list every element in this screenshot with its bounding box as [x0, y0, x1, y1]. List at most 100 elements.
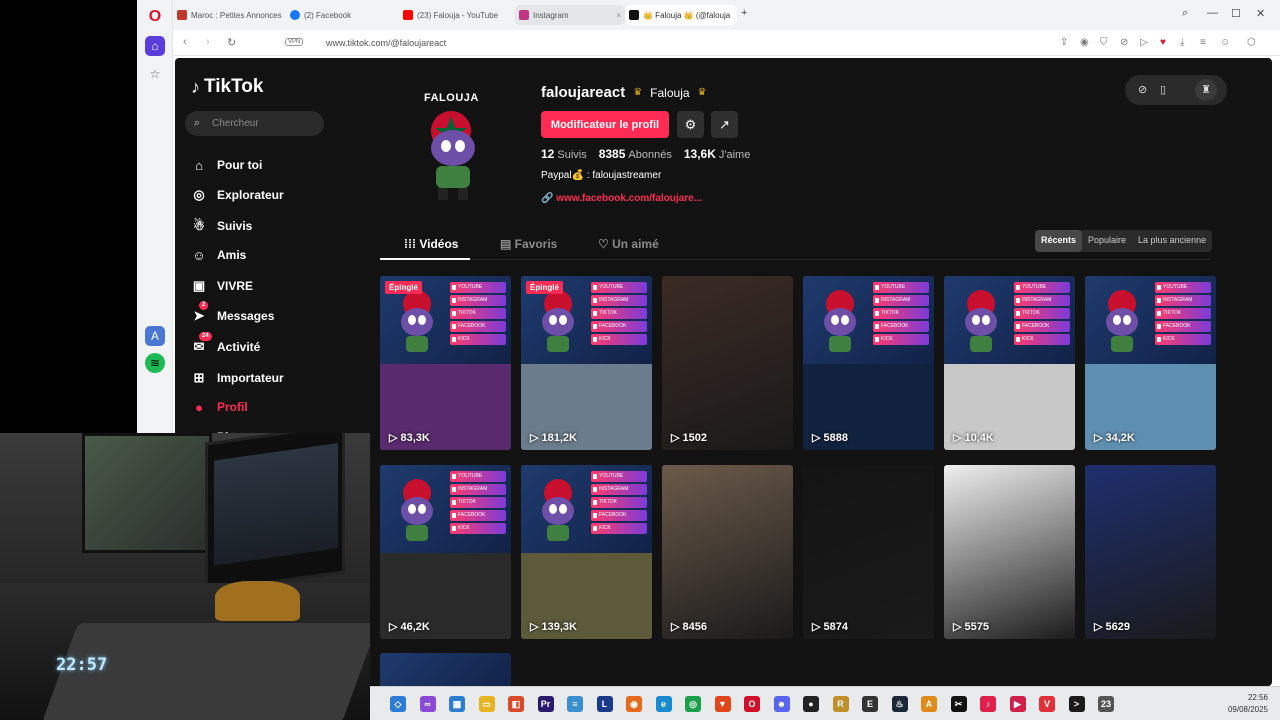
app-icon[interactable]: R: [832, 696, 849, 712]
profile-link[interactable]: 🔗 www.facebook.com/faloujare...: [541, 193, 702, 204]
video-thumbnail[interactable]: ▷ 8456: [662, 465, 793, 639]
epic-icon[interactable]: E: [862, 696, 878, 712]
edge-icon[interactable]: e: [655, 696, 672, 712]
sidebar-item[interactable]: ◎ Explorateur: [191, 186, 283, 204]
new-tab-icon[interactable]: +: [741, 7, 747, 19]
video-thumbnail[interactable]: YOUTUBE INSTAGRAM TIKTOK FACEBOOK KICK Épingl…: [521, 276, 652, 450]
folder-icon[interactable]: ▭: [478, 696, 495, 712]
followers-stat[interactable]: 8385 Abonnés: [599, 147, 672, 161]
camera-icon[interactable]: ◉: [1080, 37, 1089, 48]
terminal-icon[interactable]: >: [1068, 696, 1085, 712]
calc-icon[interactable]: ▦: [449, 696, 465, 712]
following-stat[interactable]: 12 Suivis: [541, 147, 587, 161]
steam-icon[interactable]: ♨: [891, 696, 908, 712]
ableton-icon[interactable]: A: [921, 696, 937, 712]
tab-instagram[interactable]: Instagram ×: [515, 5, 625, 25]
premiere-icon[interactable]: Pr: [537, 696, 554, 712]
back-icon[interactable]: ‹: [183, 36, 187, 48]
video-thumbnail[interactable]: YOUTUBE INSTAGRAM TIKTOK FACEBOOK KICK Épingl…: [380, 276, 511, 450]
view-count-value: 5888: [823, 432, 848, 444]
sidebar-item[interactable]: ● Profil: [191, 398, 248, 416]
tiktok-app-icon[interactable]: ♪: [980, 696, 996, 712]
close-tab-icon[interactable]: ×: [616, 11, 621, 20]
forward-icon[interactable]: ›: [206, 36, 210, 48]
home-icon[interactable]: ⌂: [145, 36, 165, 56]
video-thumbnail-partial[interactable]: [380, 653, 511, 686]
tab-favorites[interactable]: ▤ Favoris: [500, 237, 557, 251]
vivaldi-icon[interactable]: V: [1039, 696, 1055, 712]
video-thumbnail[interactable]: YOUTUBE INSTAGRAM TIKTOK FACEBOOK KICK ▷ 10,4…: [944, 276, 1075, 450]
obs-icon[interactable]: ●: [803, 696, 819, 712]
tab-liked[interactable]: ♡ Un aimé: [598, 237, 659, 251]
video-thumbnail[interactable]: ▷ 5575: [944, 465, 1075, 639]
video-thumbnail[interactable]: ▷ 1502: [662, 276, 793, 450]
video-thumbnail[interactable]: ▷ 5874: [803, 465, 934, 639]
tab-tiktok[interactable]: 👑 Falouja 👑 (@falouja: [625, 5, 737, 25]
url-field[interactable]: www.tiktok.com/@faloujareact: [326, 38, 446, 48]
sidebar-item[interactable]: ➤ 2 Messages: [191, 301, 274, 325]
settings-icon[interactable]: ≡: [1200, 37, 1206, 48]
discord-icon[interactable]: ☻: [773, 696, 790, 712]
sidebar-item[interactable]: ☺ Amis: [191, 246, 246, 264]
libre-icon[interactable]: L: [596, 696, 613, 712]
view-count-value: 8456: [682, 621, 707, 633]
tab-youtube[interactable]: (23) Falouja - YouTube: [399, 5, 511, 25]
sidebar-item[interactable]: ⌂ Pour toi: [191, 156, 262, 174]
chrome-icon[interactable]: ◎: [685, 696, 701, 712]
calendar-icon[interactable]: 23: [1098, 696, 1114, 712]
capcut-icon[interactable]: ✂: [950, 696, 967, 712]
sort-oldest[interactable]: La plus ancienne: [1132, 230, 1212, 252]
tab-facebook[interactable]: (2) Facebook: [286, 5, 396, 25]
coin-icon[interactable]: ⊘: [1138, 83, 1147, 96]
vs-icon[interactable]: ∞: [419, 696, 436, 712]
notes-icon[interactable]: ≡: [567, 696, 583, 712]
video-thumbnail[interactable]: YOUTUBE INSTAGRAM TIKTOK FACEBOOK KICK ▷ 34,2…: [1085, 276, 1216, 450]
opera-icon[interactable]: O: [744, 696, 760, 712]
device-icon[interactable]: ▯: [1160, 83, 1166, 96]
download-icon[interactable]: ⤓: [1180, 37, 1184, 48]
share-profile-icon[interactable]: ↗: [711, 111, 738, 138]
vpn-badge[interactable]: VPN: [285, 38, 304, 46]
video-thumbnail[interactable]: YOUTUBE INSTAGRAM TIKTOK FACEBOOK KICK ▷ 139,…: [521, 465, 652, 639]
avatar[interactable]: FALOUJA: [408, 86, 508, 206]
tiktok-logo[interactable]: ♪ TikTok: [191, 76, 263, 98]
star-icon[interactable]: ☆: [145, 64, 165, 84]
video-thumbnail[interactable]: YOUTUBE INSTAGRAM TIKTOK FACEBOOK KICK ▷ 5888: [803, 276, 934, 450]
sort-popular[interactable]: Populaire: [1082, 230, 1132, 252]
adblock-icon[interactable]: ⊘: [1120, 37, 1128, 48]
office-icon[interactable]: ◧: [508, 696, 524, 712]
close-window-icon[interactable]: ✕: [1256, 7, 1265, 20]
play-icon[interactable]: ▷: [1140, 37, 1148, 48]
share-icon[interactable]: ⇪: [1060, 37, 1068, 48]
sidebar-item[interactable]: ☃ Suivis: [191, 217, 252, 235]
app-store-icon[interactable]: A: [145, 326, 165, 346]
user-avatar-icon[interactable]: ♜: [1195, 79, 1217, 101]
spotify-icon[interactable]: ≋: [145, 353, 165, 373]
edit-profile-button[interactable]: Modificateur le profil: [541, 111, 669, 138]
settings-gear-icon[interactable]: ⚙: [677, 111, 704, 138]
sort-recent[interactable]: Récents: [1035, 230, 1083, 252]
brave-icon[interactable]: ▼: [714, 696, 731, 712]
firefox-icon[interactable]: ◉: [626, 696, 642, 712]
heart-icon[interactable]: ♥: [1160, 37, 1166, 48]
sidebar-item[interactable]: ⊞ Importateur: [191, 369, 284, 387]
search-tabs-icon[interactable]: ⌕: [1182, 7, 1188, 20]
extensions-icon[interactable]: ⬡: [1247, 37, 1256, 48]
vscode-icon[interactable]: ◇: [390, 696, 406, 712]
sidebar-item[interactable]: ✉ 24 Activité: [191, 332, 260, 356]
tiktok-live-icon[interactable]: ▶: [1009, 696, 1026, 712]
social-link-row: FACEBOOK: [450, 321, 506, 332]
video-thumbnail[interactable]: YOUTUBE INSTAGRAM TIKTOK FACEBOOK KICK ▷ 46,2…: [380, 465, 511, 639]
shield-icon[interactable]: ⛉: [1100, 37, 1108, 48]
minimize-icon[interactable]: —: [1207, 7, 1218, 19]
sidebar-item[interactable]: ▣ VIVRE: [191, 277, 253, 295]
tab-videos[interactable]: ⁞⁞⁞ Vidéos: [404, 237, 458, 251]
opera-logo-icon[interactable]: O: [147, 8, 163, 26]
account-icon[interactable]: ☺: [1220, 37, 1230, 48]
video-thumbnail[interactable]: ▷ 5629: [1085, 465, 1216, 639]
search-input[interactable]: ⌕ Chercheur: [185, 111, 324, 136]
reload-icon[interactable]: ↻: [227, 36, 236, 49]
tab-avito[interactable]: Maroc : Petites Annonces: [173, 5, 285, 25]
taskbar-clock[interactable]: 22:56 09/08/2025: [1228, 692, 1268, 716]
maximize-icon[interactable]: ☐: [1231, 7, 1241, 20]
